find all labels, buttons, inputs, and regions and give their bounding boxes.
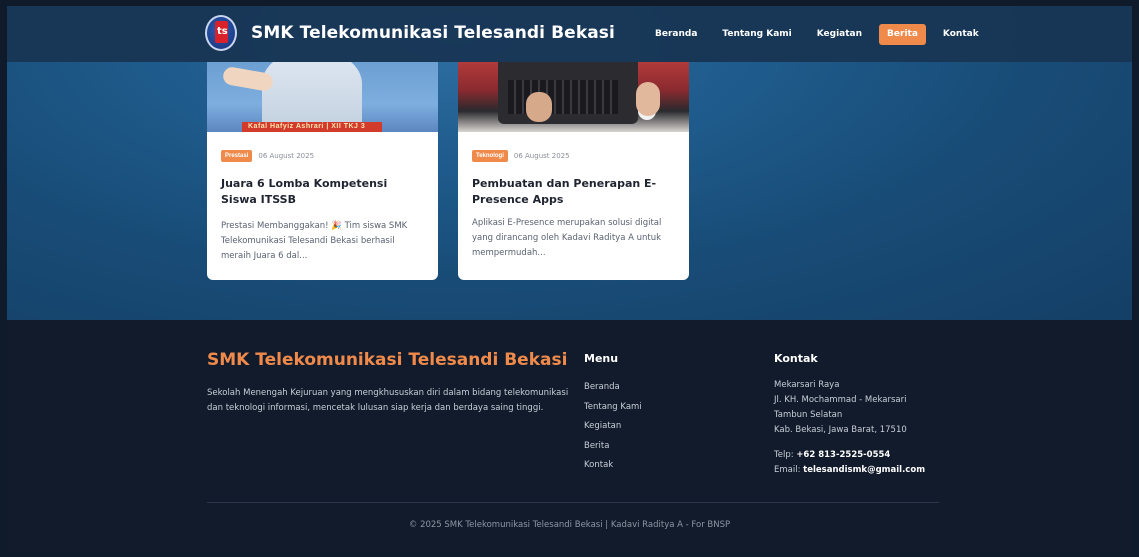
footer-menu-heading: Menu (584, 352, 619, 365)
brand-title[interactable]: SMK Telekomunikasi Telesandi Bekasi (251, 23, 615, 43)
address-line: Tambun Selatan (774, 410, 843, 420)
nav-beranda[interactable]: Beranda (647, 24, 705, 45)
news-meta: Teknologi 06 August 2025 (472, 150, 675, 162)
news-card-image[interactable] (458, 62, 689, 132)
brand[interactable]: SMK Telekomunikasi Telesandi Bekasi (205, 15, 615, 51)
hand (526, 92, 552, 122)
footer-contact: Kontak Mekarsari Raya Jl. KH. Mochammad … (774, 352, 925, 478)
main-nav: Beranda Tentang Kami Kegiatan Berita Kon… (647, 24, 996, 45)
news-excerpt: Prestasi Membanggakan! 🎉 Tim siswa SMK T… (221, 221, 408, 261)
footer-contact-heading: Kontak (774, 352, 818, 365)
news-date: 06 August 2025 (258, 152, 315, 160)
copyright: © 2025 SMK Telekomunikasi Telesandi Beka… (408, 520, 731, 530)
news-card[interactable]: Teknologi 06 August 2025 Pembuatan dan P… (458, 62, 689, 280)
footer-description: Sekolah Menengah Kejuruan yang mengkhusu… (207, 388, 569, 413)
address-line: Jl. KH. Mochammad - Mekarsari (774, 395, 907, 405)
email-line: Email: telesandismk@gmail.com (774, 463, 925, 478)
phone-number[interactable]: +62 813-2525-0554 (796, 450, 890, 460)
footer: SMK Telekomunikasi Telesandi Bekasi Seko… (7, 320, 1132, 551)
footer-link-berita[interactable]: Berita (584, 437, 642, 457)
nav-berita[interactable]: Berita (879, 24, 926, 45)
nav-kontak[interactable]: Kontak (935, 24, 987, 45)
contact-details: Mekarsari Raya Jl. KH. Mochammad - Mekar… (774, 378, 925, 478)
phone-line: Telp: +62 813-2525-0554 (774, 448, 925, 463)
address-line: Kab. Bekasi, Jawa Barat, 17510 (774, 425, 907, 435)
email-address[interactable]: telesandismk@gmail.com (803, 465, 925, 475)
navbar: SMK Telekomunikasi Telesandi Bekasi Bera… (7, 6, 1132, 62)
page: Kafal Hafyiz Ashrari | XII TKJ 3 Prestas… (7, 6, 1132, 551)
news-card[interactable]: Kafal Hafyiz Ashrari | XII TKJ 3 Prestas… (207, 62, 438, 280)
footer-link-kegiatan[interactable]: Kegiatan (584, 417, 642, 437)
keyboard (508, 80, 618, 114)
news-section: Kafal Hafyiz Ashrari | XII TKJ 3 Prestas… (7, 6, 1132, 320)
footer-menu: Menu Beranda Tentang Kami Kegiatan Berit… (584, 352, 642, 476)
news-excerpt: Aplikasi E-Presence merupakan solusi dig… (472, 218, 662, 258)
phone-label: Telp: (774, 450, 797, 460)
news-card-image[interactable]: Kafal Hafyiz Ashrari | XII TKJ 3 (207, 62, 438, 132)
footer-brand: SMK Telekomunikasi Telesandi Bekasi (207, 350, 568, 370)
footer-divider (207, 502, 939, 503)
school-logo-icon[interactable] (205, 15, 237, 51)
news-title[interactable]: Pembuatan dan Penerapan E-Presence Apps (472, 176, 672, 208)
footer-menu-list: Beranda Tentang Kami Kegiatan Berita Kon… (584, 378, 642, 476)
news-date: 06 August 2025 (513, 152, 570, 160)
news-meta: Prestasi 06 August 2025 (221, 150, 424, 162)
footer-link-kontak[interactable]: Kontak (584, 456, 642, 476)
address-line: Mekarsari Raya (774, 380, 840, 390)
hand (636, 82, 660, 116)
category-badge[interactable]: Prestasi (221, 150, 253, 162)
email-label: Email: (774, 465, 804, 475)
footer-link-beranda[interactable]: Beranda (584, 378, 642, 398)
news-card-body: Teknologi 06 August 2025 Pembuatan dan P… (458, 132, 689, 261)
news-card-body: Prestasi 06 August 2025 Juara 6 Lomba Ko… (207, 132, 438, 264)
nav-tentang-kami[interactable]: Tentang Kami (714, 24, 799, 45)
news-title[interactable]: Juara 6 Lomba Kompetensi Siswa ITSSB (221, 176, 421, 208)
nav-kegiatan[interactable]: Kegiatan (809, 24, 870, 45)
category-badge[interactable]: Teknologi (472, 150, 508, 162)
image-caption-banner: Kafal Hafyiz Ashrari | XII TKJ 3 (242, 122, 382, 132)
footer-link-tentang-kami[interactable]: Tentang Kami (584, 398, 642, 418)
